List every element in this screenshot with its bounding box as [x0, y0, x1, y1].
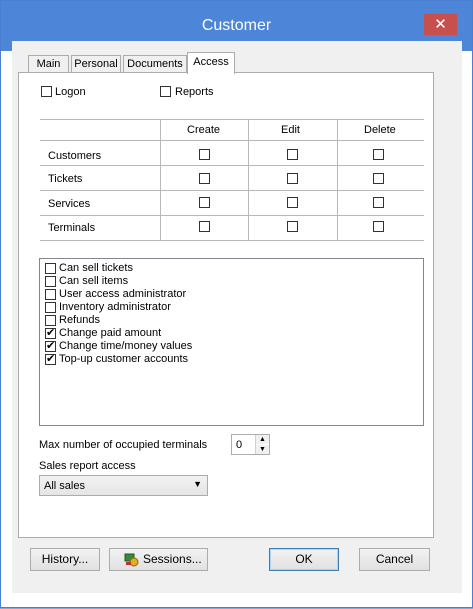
- logon-label: Logon: [55, 86, 86, 98]
- window-title: Customer: [201, 17, 272, 34]
- increment-icon[interactable]: ▲: [256, 435, 269, 444]
- can-sell-tickets-checkbox[interactable]: [45, 263, 56, 274]
- refunds-label: Refunds: [59, 314, 100, 326]
- max-terminals-stepper[interactable]: 0 ▲ ▼: [231, 434, 270, 455]
- history-button[interactable]: History...: [30, 548, 100, 571]
- services-edit-checkbox[interactable]: [287, 197, 298, 208]
- services-create-checkbox[interactable]: [199, 197, 210, 208]
- top-up-customer-accounts-checkbox[interactable]: [45, 352, 56, 366]
- user-access-administrator-checkbox[interactable]: [45, 289, 56, 300]
- column-header-delete: Delete: [364, 124, 396, 136]
- reports-label: Reports: [175, 86, 214, 98]
- tab-documents[interactable]: Documents: [123, 55, 187, 73]
- change-time-money-values-label: Change time/money values: [59, 340, 193, 352]
- sales-report-label: Sales report access: [39, 460, 136, 472]
- user-access-administrator-label: User access administrator: [59, 288, 187, 300]
- sales-report-select[interactable]: All sales ▼: [39, 475, 208, 496]
- change-paid-amount-checkbox[interactable]: [45, 326, 56, 340]
- list-item[interactable]: Can sell tickets: [45, 262, 415, 275]
- row-label-tickets: Tickets: [48, 173, 83, 185]
- close-icon: ✕: [434, 15, 447, 33]
- row-label-customers: Customers: [48, 150, 102, 162]
- can-sell-items-label: Can sell items: [59, 275, 129, 287]
- inventory-administrator-label: Inventory administrator: [59, 301, 171, 313]
- can-sell-tickets-label: Can sell tickets: [59, 262, 133, 274]
- sessions-button[interactable]: Sessions...: [109, 548, 208, 571]
- top-up-customer-accounts-label: Top-up customer accounts: [59, 353, 189, 365]
- terminals-delete-checkbox[interactable]: [373, 221, 384, 232]
- permission-grid: Create Edit Delete Customers Tickets Ser…: [40, 119, 424, 241]
- max-terminals-label: Max number of occupied terminals: [39, 439, 208, 451]
- column-header-create: Create: [187, 124, 221, 136]
- stepper-buttons: ▲ ▼: [255, 435, 269, 454]
- customers-create-checkbox[interactable]: [199, 149, 210, 160]
- services-delete-checkbox[interactable]: [373, 197, 384, 208]
- sales-report-value: All sales: [44, 480, 85, 492]
- cancel-button[interactable]: Cancel: [359, 548, 430, 571]
- list-item[interactable]: Can sell items: [45, 275, 415, 288]
- max-terminals-value[interactable]: 0: [236, 439, 242, 451]
- sessions-icon: [124, 553, 139, 567]
- change-time-money-values-checkbox[interactable]: [45, 339, 56, 353]
- customers-delete-checkbox[interactable]: [373, 149, 384, 160]
- column-header-edit: Edit: [281, 124, 300, 136]
- tickets-delete-checkbox[interactable]: [373, 173, 384, 184]
- close-button[interactable]: ✕: [424, 14, 457, 35]
- list-item[interactable]: Change time/money values: [45, 339, 415, 353]
- tab-personal[interactable]: Personal: [71, 55, 121, 73]
- tab-main[interactable]: Main: [28, 55, 69, 73]
- list-item[interactable]: Refunds: [45, 314, 415, 327]
- permissions-list[interactable]: Can sell tickets Can sell items User acc…: [39, 258, 424, 426]
- logon-checkbox[interactable]: [41, 86, 52, 97]
- terminals-create-checkbox[interactable]: [199, 221, 210, 232]
- tickets-edit-checkbox[interactable]: [287, 173, 298, 184]
- refunds-checkbox[interactable]: [45, 315, 56, 326]
- list-item[interactable]: Inventory administrator: [45, 301, 415, 314]
- list-item[interactable]: Change paid amount: [45, 326, 415, 340]
- chevron-down-icon: ▼: [193, 479, 202, 489]
- reports-checkbox[interactable]: [160, 86, 171, 97]
- tab-access[interactable]: Access: [187, 52, 235, 74]
- list-item[interactable]: User access administrator: [45, 288, 415, 301]
- tickets-create-checkbox[interactable]: [199, 173, 210, 184]
- change-paid-amount-label: Change paid amount: [59, 327, 162, 339]
- row-label-services: Services: [48, 198, 91, 210]
- inventory-administrator-checkbox[interactable]: [45, 302, 56, 313]
- list-item[interactable]: Top-up customer accounts: [45, 352, 415, 366]
- customers-edit-checkbox[interactable]: [287, 149, 298, 160]
- decrement-icon[interactable]: ▼: [256, 445, 269, 454]
- can-sell-items-checkbox[interactable]: [45, 276, 56, 287]
- ok-button[interactable]: OK: [269, 548, 339, 571]
- terminals-edit-checkbox[interactable]: [287, 221, 298, 232]
- row-label-terminals: Terminals: [48, 222, 96, 234]
